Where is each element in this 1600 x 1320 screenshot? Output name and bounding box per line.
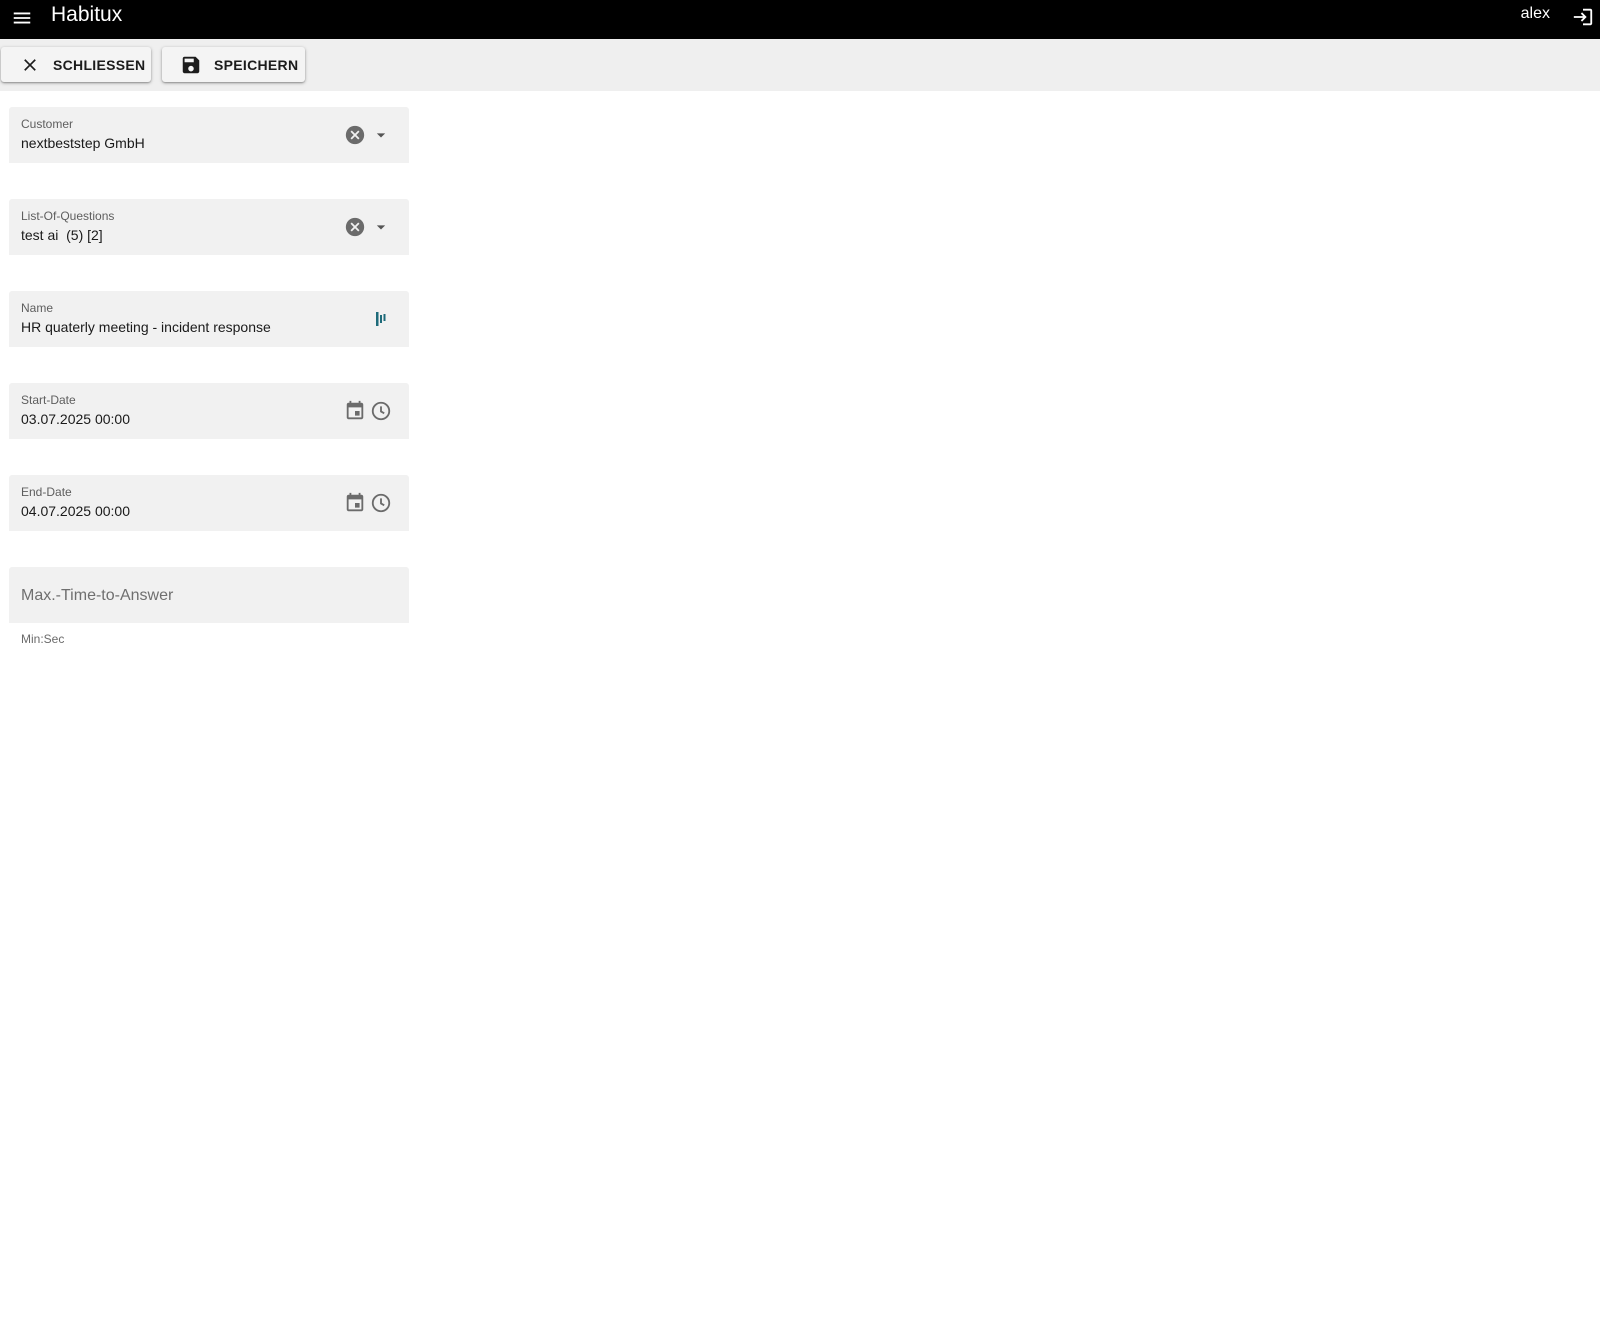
logout-icon[interactable] [1570, 4, 1596, 30]
customer-value: nextbeststep GmbH [21, 135, 145, 151]
close-button[interactable]: SCHLIESSEN [1, 47, 151, 82]
close-icon [18, 53, 42, 77]
password-manager-icon[interactable] [369, 307, 393, 331]
list-of-questions-value: test ai (5) [2] [21, 227, 103, 243]
list-of-questions-select[interactable]: List-Of-Questions test ai (5) [2] [9, 199, 409, 255]
menu-icon[interactable] [8, 4, 36, 32]
app-bar: Habitux alex [0, 0, 1600, 39]
calendar-icon[interactable] [343, 399, 367, 423]
name-value: HR quaterly meeting - incident response [21, 319, 271, 335]
name-label: Name [21, 301, 54, 315]
customer-label: Customer [21, 117, 74, 131]
save-button[interactable]: SPEICHERN [162, 47, 305, 82]
save-icon [179, 53, 203, 77]
dropdown-arrow-icon[interactable] [369, 215, 393, 239]
name-field[interactable]: Name HR quaterly meeting - incident resp… [9, 291, 409, 347]
max-time-to-answer-hint: Min:Sec [21, 632, 65, 646]
clock-icon[interactable] [369, 399, 393, 423]
calendar-icon[interactable] [343, 491, 367, 515]
clear-icon[interactable] [343, 215, 367, 239]
list-of-questions-label: List-Of-Questions [21, 209, 115, 223]
start-date-field[interactable]: Start-Date 03.07.2025 00:00 [9, 383, 409, 439]
start-date-label: Start-Date [21, 393, 76, 407]
user-name: alex [1520, 5, 1550, 22]
start-date-value: 03.07.2025 00:00 [21, 411, 130, 427]
clear-icon[interactable] [343, 123, 367, 147]
end-date-label: End-Date [21, 485, 72, 499]
max-time-to-answer-placeholder: Max.-Time-to-Answer [21, 587, 174, 604]
end-date-field[interactable]: End-Date 04.07.2025 00:00 [9, 475, 409, 531]
app-title: Habitux [51, 3, 123, 26]
save-button-label: SPEICHERN [214, 56, 299, 73]
dropdown-arrow-icon[interactable] [369, 123, 393, 147]
end-date-value: 04.07.2025 00:00 [21, 503, 130, 519]
clock-icon[interactable] [369, 491, 393, 515]
toolbar: SCHLIESSEN SPEICHERN [0, 39, 1600, 91]
customer-select[interactable]: Customer nextbeststep GmbH [9, 107, 409, 163]
max-time-to-answer-field[interactable]: Max.-Time-to-Answer [9, 567, 409, 623]
close-button-label: SCHLIESSEN [53, 56, 146, 73]
